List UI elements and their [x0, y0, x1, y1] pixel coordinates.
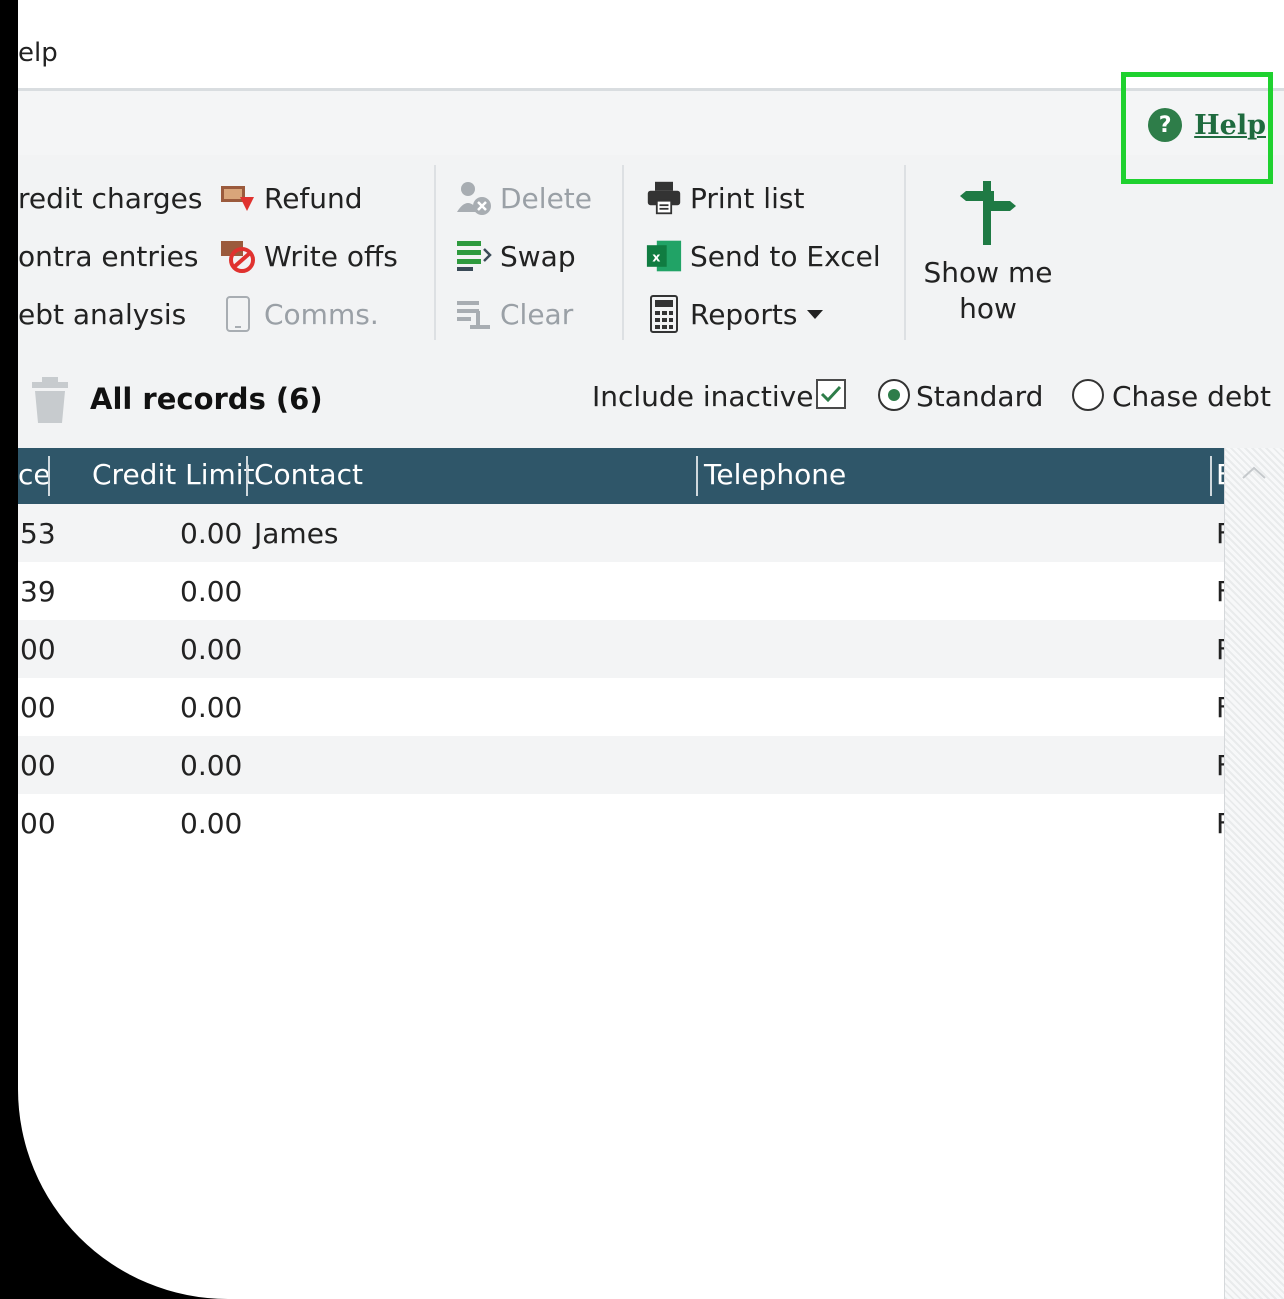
table-row[interactable]: 00 0.00 F — [18, 620, 1232, 678]
phone-icon — [220, 296, 256, 332]
radio-selected-dot — [888, 389, 900, 401]
column-divider[interactable] — [48, 456, 50, 496]
menu-bar: elp — [18, 0, 1284, 91]
ribbon-group-credit: redit charges ontra entries ebt analysis — [18, 169, 202, 343]
chase-debt-radio[interactable] — [1072, 379, 1104, 411]
grid-body: 53 0.00 James F 39 0.00 F 00 0.00 F 00 0… — [18, 504, 1232, 1299]
app-window: elp ? Help redit charges ontra entries e… — [18, 0, 1284, 1299]
cell-credit-limit: 0.00 — [180, 807, 243, 840]
signpost-icon — [918, 177, 1058, 255]
clear-icon — [456, 296, 492, 332]
show-me-how-line2: how — [959, 292, 1017, 325]
debt-analysis-label: ebt analysis — [18, 297, 187, 331]
checkmark-icon — [820, 385, 842, 403]
swap-icon — [456, 238, 492, 274]
delete-button[interactable]: Delete — [456, 169, 592, 227]
contra-entries-label: ontra entries — [18, 239, 199, 273]
standard-label[interactable]: Standard — [916, 380, 1043, 413]
cell-balance: 39 — [20, 575, 56, 608]
cell-balance: 53 — [20, 517, 56, 550]
ribbon-toolbar: redit charges ontra entries ebt analysis… — [18, 155, 1284, 347]
table-row[interactable]: 00 0.00 F — [18, 736, 1232, 794]
write-offs-button[interactable]: Write offs — [220, 227, 398, 285]
swap-label: Swap — [500, 239, 576, 273]
chevron-down-icon — [807, 309, 824, 319]
help-strip: ? Help — [18, 91, 1284, 155]
printer-icon — [646, 180, 682, 216]
reports-label: Reports — [690, 297, 798, 331]
print-list-button[interactable]: Print list — [646, 169, 881, 227]
svg-text:x: x — [652, 249, 660, 264]
reports-dropdown[interactable]: Reports — [646, 285, 881, 343]
cell-credit-limit: 0.00 — [180, 575, 243, 608]
send-to-excel-label: Send to Excel — [690, 239, 881, 273]
write-offs-label: Write offs — [264, 239, 398, 273]
cell-balance: 00 — [20, 691, 56, 724]
cell-contact: James — [254, 517, 339, 550]
scroll-up-icon[interactable] — [1239, 464, 1269, 484]
table-row[interactable]: 39 0.00 F — [18, 562, 1232, 620]
credit-charges-button[interactable]: redit charges — [18, 169, 202, 227]
ribbon-separator — [622, 165, 624, 340]
table-row[interactable]: 00 0.00 F — [18, 678, 1232, 736]
refund-label: Refund — [264, 181, 363, 215]
include-inactive-label: Include inactive — [592, 380, 814, 413]
filter-bar: All records (6) Include inactive Standar… — [18, 345, 1284, 448]
delete-person-icon — [456, 180, 492, 216]
comms-label: Comms. — [264, 297, 379, 331]
cell-credit-limit: 0.00 — [180, 517, 243, 550]
include-inactive-checkbox[interactable] — [816, 379, 846, 409]
chase-debt-label[interactable]: Chase debt — [1112, 380, 1271, 413]
clear-label: Clear — [500, 297, 574, 331]
column-header-contact[interactable]: Contact — [254, 458, 363, 491]
vertical-scrollbar[interactable] — [1224, 448, 1284, 1299]
show-me-how-line1: Show me — [923, 256, 1053, 289]
send-to-excel-button[interactable]: x Send to Excel — [646, 227, 881, 285]
ribbon-group-edit: Delete Swap Clear — [456, 169, 592, 343]
show-me-how-button[interactable]: Show me how — [918, 177, 1058, 327]
print-list-label: Print list — [690, 181, 805, 215]
cell-balance: 00 — [20, 807, 56, 840]
ribbon-group-payments: Refund Write offs Comms. — [220, 169, 398, 343]
ribbon-separator — [904, 165, 906, 340]
ribbon-separator — [434, 165, 436, 340]
column-header-telephone[interactable]: Telephone — [704, 458, 846, 491]
column-header-credit-limit[interactable]: Credit Limit — [92, 458, 255, 491]
excel-icon: x — [646, 238, 682, 274]
trash-icon[interactable] — [28, 377, 72, 427]
records-title: All records (6) — [90, 382, 323, 416]
table-row[interactable]: 00 0.00 F — [18, 794, 1232, 852]
menu-item-help[interactable]: elp — [18, 38, 58, 68]
cell-credit-limit: 0.00 — [180, 633, 243, 666]
column-header-balance[interactable]: ce — [18, 458, 51, 491]
credit-charges-label: redit charges — [18, 181, 203, 215]
column-divider[interactable] — [1210, 456, 1212, 496]
delete-label: Delete — [500, 181, 592, 215]
refund-icon — [220, 180, 256, 216]
swap-button[interactable]: Swap — [456, 227, 592, 285]
comms-button[interactable]: Comms. — [220, 285, 398, 343]
clear-button[interactable]: Clear — [456, 285, 592, 343]
cell-credit-limit: 0.00 — [180, 691, 243, 724]
cell-credit-limit: 0.00 — [180, 749, 243, 782]
debt-analysis-button[interactable]: ebt analysis — [18, 285, 202, 343]
grid-header: ce Credit Limit Contact Telephone E — [18, 448, 1284, 504]
write-offs-icon — [220, 238, 256, 274]
ribbon-group-output: Print list x Send to Excel Reports — [646, 169, 881, 343]
help-highlight-box — [1121, 72, 1273, 184]
table-row[interactable]: 53 0.00 James F — [18, 504, 1232, 562]
cell-balance: 00 — [20, 749, 56, 782]
contra-entries-button[interactable]: ontra entries — [18, 227, 202, 285]
column-divider[interactable] — [696, 456, 698, 496]
reports-calculator-icon — [646, 295, 682, 333]
column-divider[interactable] — [246, 456, 248, 496]
cell-balance: 00 — [20, 633, 56, 666]
refund-button[interactable]: Refund — [220, 169, 398, 227]
standard-radio[interactable] — [878, 379, 910, 411]
